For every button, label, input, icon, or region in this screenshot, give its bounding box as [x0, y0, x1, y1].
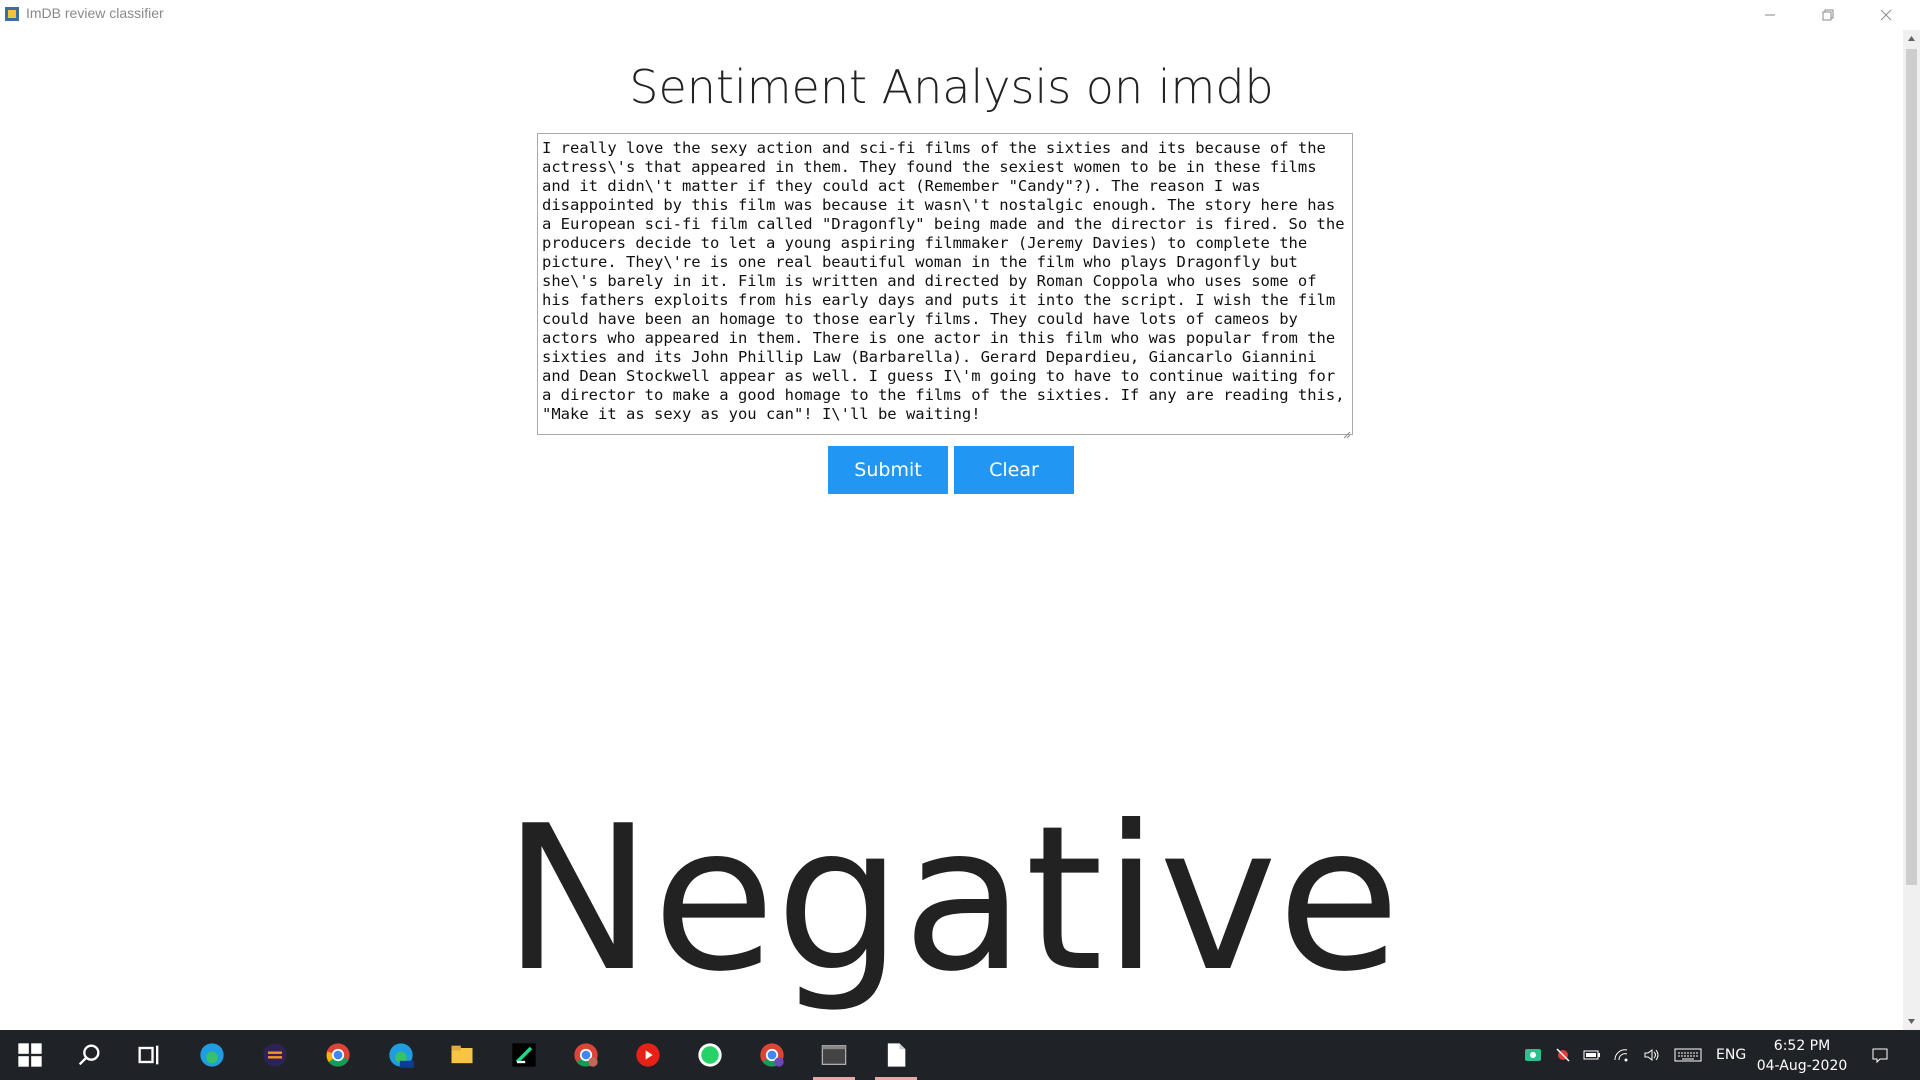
youtube-icon[interactable] [623, 1030, 673, 1080]
scroll-down-arrow-icon[interactable] [1903, 1013, 1920, 1030]
edge-beta-icon[interactable] [376, 1030, 426, 1080]
edge-icon[interactable] [187, 1030, 237, 1080]
restore-button[interactable] [1799, 0, 1857, 30]
chrome-profile-2-icon[interactable] [747, 1030, 797, 1080]
battery-icon[interactable] [1580, 1030, 1604, 1080]
sentiment-result: Negative [502, 783, 1401, 1016]
clock-time: 6:52 PM [1773, 1038, 1831, 1054]
whatsapp-icon[interactable] [685, 1030, 735, 1080]
task-view-icon[interactable] [124, 1030, 174, 1080]
chrome-icon[interactable] [313, 1030, 363, 1080]
textarea-resize-grip[interactable] [1342, 424, 1351, 439]
terminal-icon[interactable] [809, 1030, 859, 1080]
close-button[interactable] [1857, 0, 1915, 30]
scrollbar-thumb[interactable] [1906, 49, 1917, 885]
window-title-bar: ImDB review classifier [0, 0, 1920, 30]
volume-icon[interactable] [1640, 1030, 1664, 1080]
clear-button[interactable]: Clear [954, 446, 1074, 494]
search-icon[interactable] [64, 1030, 114, 1080]
page-title: Sentiment Analysis on imdb [629, 60, 1274, 114]
file-explorer-icon[interactable] [437, 1030, 487, 1080]
system-clock[interactable]: 6:52 PM 04-Aug-2020 [1754, 1036, 1850, 1076]
eclipse-icon[interactable] [250, 1030, 300, 1080]
notifications-icon[interactable] [1865, 1030, 1895, 1080]
pycharm-icon[interactable] [499, 1030, 549, 1080]
keyboard-icon[interactable] [1672, 1030, 1704, 1080]
scroll-up-arrow-icon[interactable] [1903, 30, 1920, 47]
review-textarea[interactable]: I really love the sexy action and sci-fi… [537, 133, 1353, 435]
wifi-icon[interactable] [1610, 1030, 1634, 1080]
submit-button[interactable]: Submit [828, 446, 948, 494]
vertical-scrollbar[interactable] [1903, 30, 1920, 1030]
windows-start-icon[interactable] [5, 1030, 55, 1080]
minimize-button[interactable] [1741, 0, 1799, 30]
notepad-icon[interactable] [871, 1030, 921, 1080]
network-error-tray-icon[interactable] [1551, 1030, 1575, 1080]
window-title: ImDB review classifier [26, 5, 164, 21]
python-app-icon [4, 6, 20, 22]
taskbar: ENG 6:52 PM 04-Aug-2020 [0, 1030, 1920, 1080]
clock-date: 04-Aug-2020 [1756, 1058, 1848, 1074]
language-indicator[interactable]: ENG [1716, 1047, 1746, 1063]
security-tray-icon[interactable] [1521, 1030, 1545, 1080]
chrome-profile-icon[interactable] [561, 1030, 611, 1080]
